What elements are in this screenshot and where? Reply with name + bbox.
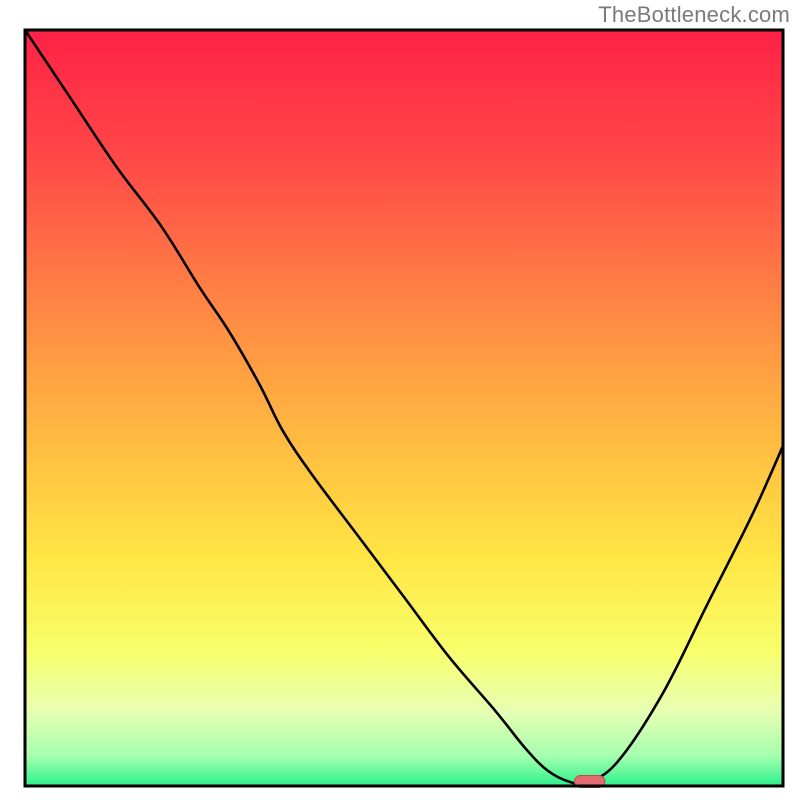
plot-background — [25, 30, 783, 786]
watermark-text: TheBottleneck.com — [598, 2, 790, 28]
bottleneck-chart-svg — [0, 0, 800, 800]
chart-container: { "watermark": "TheBottleneck.com", "col… — [0, 0, 800, 800]
